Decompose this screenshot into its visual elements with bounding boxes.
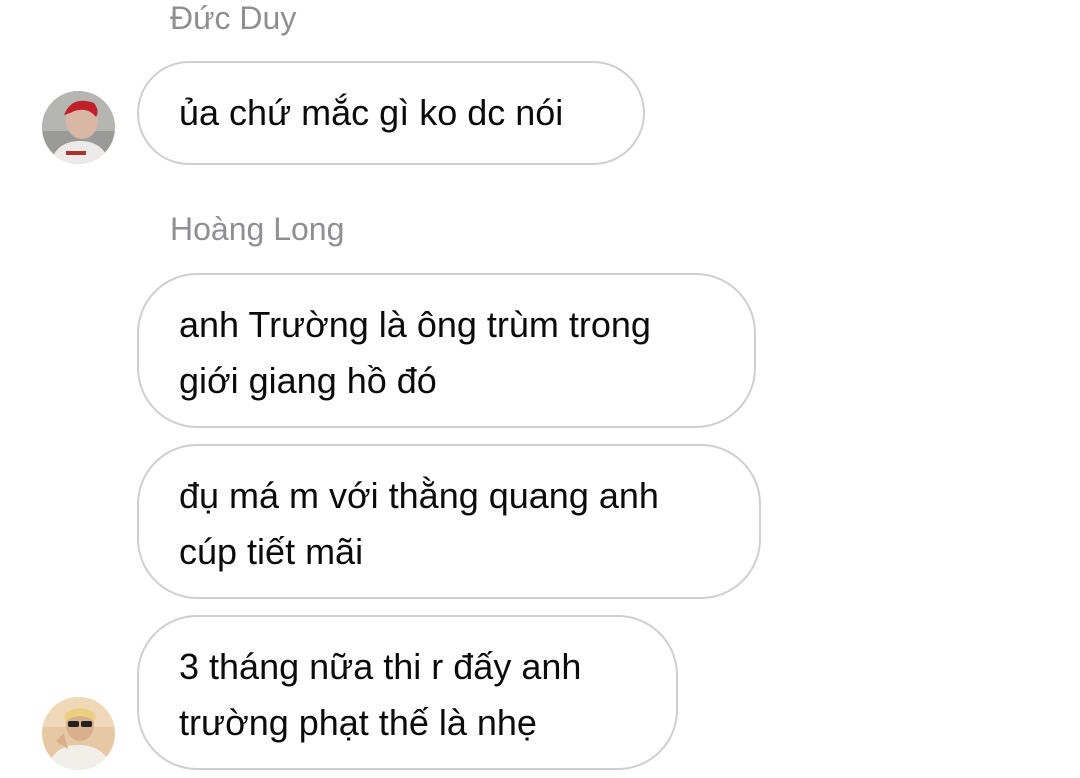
message-text: giới giang hồ đó xyxy=(179,360,437,401)
message-text: cúp tiết mãi xyxy=(179,531,364,572)
message-bubble[interactable]: 3 tháng nữa thi r đấy anh trường phạt th… xyxy=(137,615,678,770)
message-text: ủa chứ mắc gì ko dc nói xyxy=(179,92,564,133)
message-text: 3 tháng nữa thi r đấy anh xyxy=(179,646,582,687)
message-bubble[interactable]: đụ má m với thằng quang anh cúp tiết mãi xyxy=(137,444,761,599)
message-text: trường phạt thế là nhẹ xyxy=(179,702,537,743)
sender-name: Hoàng Long xyxy=(170,211,345,247)
avatar[interactable] xyxy=(42,697,115,770)
sender-name: Đức Duy xyxy=(170,0,297,36)
message-text: anh Trường là ông trùm trong xyxy=(179,304,651,345)
message-bubble[interactable]: anh Trường là ông trùm trong giới giang … xyxy=(137,273,756,428)
profile-photo-icon xyxy=(42,697,115,770)
profile-photo-icon xyxy=(42,91,115,164)
avatar[interactable] xyxy=(42,91,115,164)
message-bubble[interactable]: ủa chứ mắc gì ko dc nói xyxy=(137,61,645,165)
message-text: đụ má m với thằng quang anh xyxy=(179,475,659,516)
